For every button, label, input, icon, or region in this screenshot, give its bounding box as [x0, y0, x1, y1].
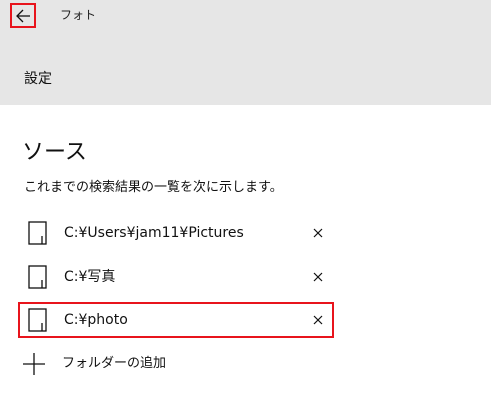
close-icon [313, 228, 323, 238]
add-folder-button[interactable]: フォルダーの追加 [22, 348, 222, 380]
source-folder-row: C:¥写真 [18, 259, 334, 295]
plus-icon [23, 353, 45, 375]
sources-title: ソース [22, 140, 87, 165]
source-folder-row: C:¥photo [18, 302, 334, 338]
source-folder-path: C:¥写真 [64, 269, 116, 285]
header-bar: フォト 設定 [0, 0, 491, 105]
folder-icon [28, 221, 47, 245]
close-icon [313, 315, 323, 325]
app-title: フォト [60, 8, 97, 22]
folder-icon [28, 265, 47, 289]
close-icon [313, 272, 323, 282]
source-folder-path: C:¥Users¥jam11¥Pictures [64, 225, 244, 241]
page-title: 設定 [24, 71, 52, 87]
source-folder-path: C:¥photo [64, 312, 128, 328]
back-arrow-icon [16, 9, 30, 22]
sources-description: これまでの検索結果の一覧を次に示します。 [24, 180, 283, 195]
remove-folder-button[interactable] [310, 225, 326, 241]
source-folder-row: C:¥Users¥jam11¥Pictures [18, 215, 334, 251]
add-folder-label: フォルダーの追加 [62, 356, 167, 371]
remove-folder-button[interactable] [310, 312, 326, 328]
folder-icon [28, 308, 47, 332]
back-button[interactable] [10, 3, 36, 28]
remove-folder-button[interactable] [310, 269, 326, 285]
